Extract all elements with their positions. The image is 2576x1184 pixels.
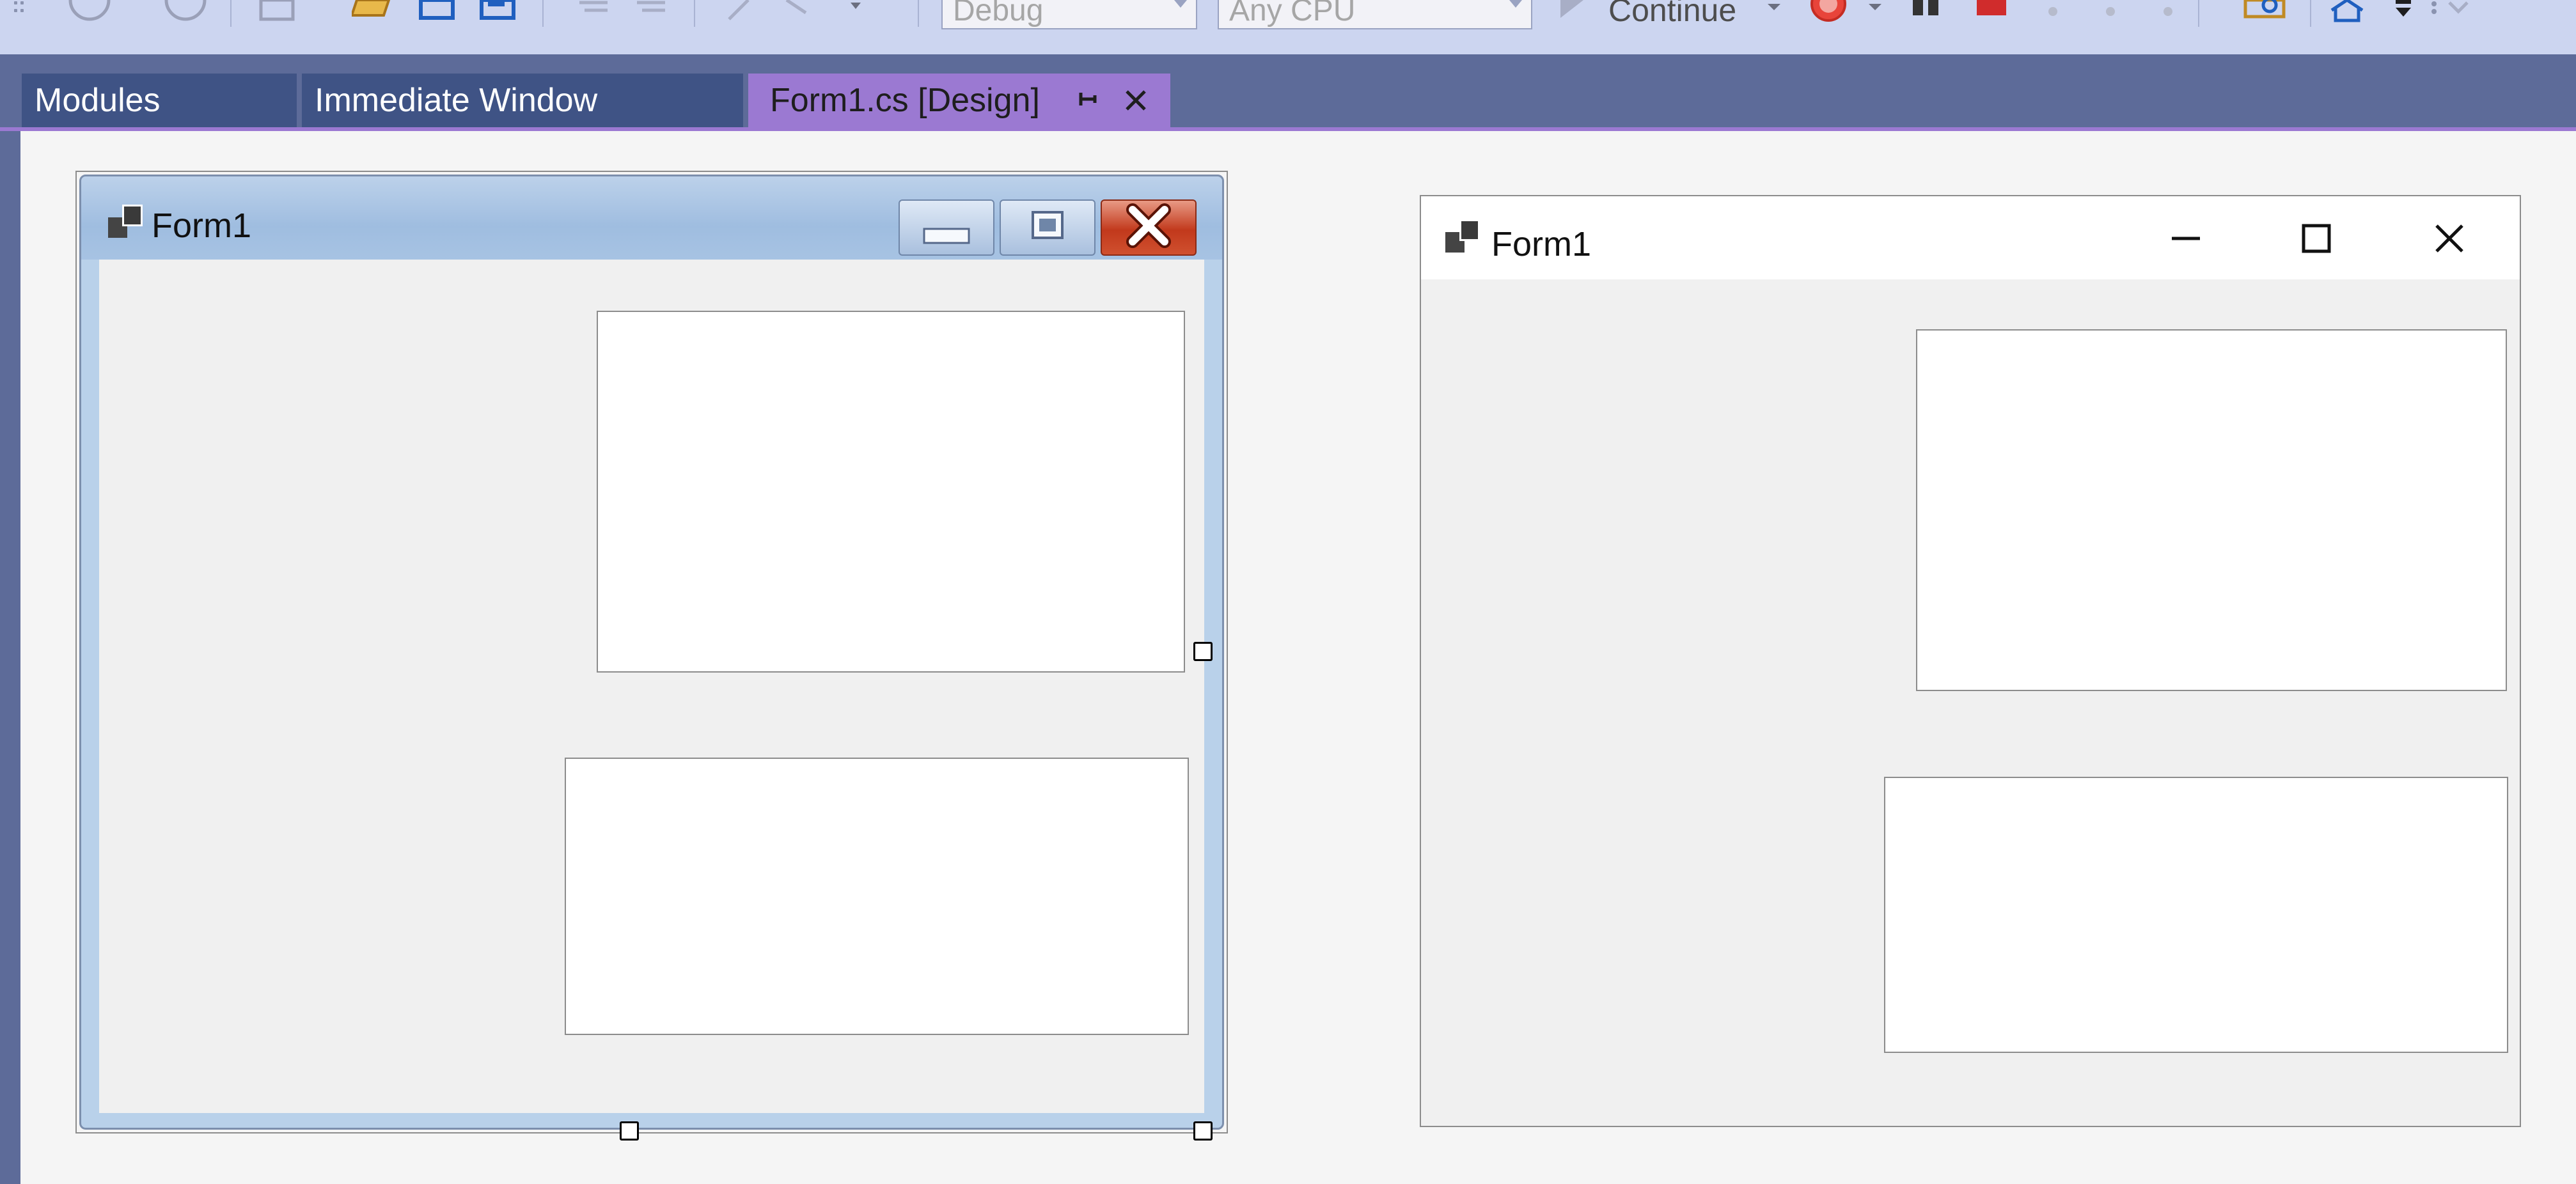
forward-icon[interactable] xyxy=(160,0,211,23)
minimize-icon xyxy=(923,228,970,244)
designer-form-title: Form1 xyxy=(152,206,252,245)
close-button[interactable] xyxy=(1101,199,1197,256)
configuration-value: Debug xyxy=(953,0,1044,27)
chevron-down-icon[interactable] xyxy=(1765,0,1784,23)
document-tab-strip: Modules Immediate Window Form1.cs [Desig… xyxy=(0,54,2576,131)
tab-label: Immediate Window xyxy=(315,82,598,119)
breakpoint-icon[interactable] xyxy=(1807,0,1851,23)
minimize-icon[interactable] xyxy=(2160,213,2211,264)
toolbar-separator xyxy=(694,0,695,27)
resize-handle-right[interactable] xyxy=(1193,642,1213,661)
tab-label: Modules xyxy=(35,82,161,119)
runtime-form-titlebar[interactable]: Form1 xyxy=(1421,196,2520,279)
save-icon[interactable] xyxy=(416,0,460,23)
close-icon[interactable] xyxy=(2424,213,2475,264)
runtime-form-title: Form1 xyxy=(1491,225,1592,263)
designer-form-window[interactable]: Form1 xyxy=(79,175,1224,1130)
toolbar-separator xyxy=(2198,0,2199,27)
home-icon[interactable] xyxy=(2328,0,2379,23)
control-box-top[interactable] xyxy=(597,311,1185,673)
toolbar-separator xyxy=(542,0,544,27)
toolbar-separator xyxy=(230,0,232,27)
maximize-button[interactable] xyxy=(1000,199,1096,256)
toolbar: Debug Any CPU Continue xyxy=(0,0,2576,54)
resize-handle-bottom[interactable] xyxy=(620,1121,639,1141)
save-all-icon[interactable] xyxy=(476,0,521,23)
open-folder-icon[interactable] xyxy=(352,0,397,23)
pin-icon[interactable] xyxy=(1074,88,1100,113)
maximize-icon[interactable] xyxy=(2291,213,2342,264)
tab-form1-design[interactable]: Form1.cs [Design] xyxy=(748,74,1170,127)
form-icon xyxy=(108,205,143,239)
uncomment-icon[interactable] xyxy=(633,0,671,23)
platform-dropdown[interactable]: Any CPU xyxy=(1218,0,1532,29)
resize-handle-bottom-right[interactable] xyxy=(1193,1121,1213,1141)
continue-button[interactable]: Continue xyxy=(1608,0,1736,29)
comment-icon[interactable] xyxy=(576,0,614,23)
pause-icon[interactable] xyxy=(1909,0,1947,23)
maximize-icon xyxy=(1032,211,1064,239)
control-box-top[interactable] xyxy=(1916,329,2507,691)
toolbar-grip[interactable] xyxy=(14,0,26,20)
tab-immediate-window[interactable]: Immediate Window xyxy=(302,74,743,127)
tab-modules[interactable]: Modules xyxy=(22,74,297,127)
toolbar-separator xyxy=(2310,0,2311,27)
continue-icon[interactable] xyxy=(1557,0,1589,23)
designer-form-client-area[interactable] xyxy=(99,260,1204,1113)
close-icon[interactable] xyxy=(1123,88,1149,113)
control-box-bottom[interactable] xyxy=(1884,777,2508,1053)
close-icon xyxy=(1126,203,1171,248)
find-icon[interactable] xyxy=(2242,0,2293,23)
form-icon xyxy=(1445,219,1480,254)
runtime-form-window[interactable]: Form1 xyxy=(1420,195,2521,1127)
debug-step-icons[interactable] xyxy=(2034,0,2194,23)
minimize-button[interactable] xyxy=(899,199,994,256)
design-surface[interactable]: Form1 Form1 xyxy=(20,131,2576,1184)
chevron-down-icon xyxy=(1509,0,1522,8)
new-project-icon[interactable] xyxy=(256,0,301,23)
control-box-bottom[interactable] xyxy=(565,758,1189,1035)
chevron-down-icon xyxy=(1174,0,1187,8)
configuration-dropdown[interactable]: Debug xyxy=(941,0,1197,29)
overflow-icon[interactable] xyxy=(2392,0,2469,23)
chevron-down-icon[interactable] xyxy=(1866,0,1885,23)
toolbar-separator xyxy=(918,0,919,27)
back-icon[interactable] xyxy=(64,0,115,23)
step-icon[interactable] xyxy=(723,0,863,23)
tab-label: Form1.cs [Design] xyxy=(770,82,1040,119)
designer-form-titlebar[interactable]: Form1 xyxy=(81,176,1222,260)
stop-icon[interactable] xyxy=(1973,0,2011,23)
platform-value: Any CPU xyxy=(1229,0,1356,27)
